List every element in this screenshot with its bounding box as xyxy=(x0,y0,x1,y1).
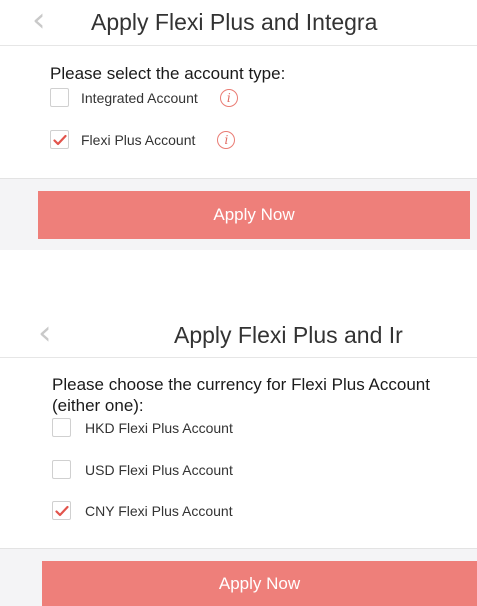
checkbox[interactable] xyxy=(52,418,71,437)
chevron-left-icon[interactable]: ‹ xyxy=(32,3,46,37)
option-flexi-plus-account[interactable]: Flexi Plus Account i xyxy=(50,130,236,149)
screen-account-type: ‹ Apply Flexi Plus and Integra Please se… xyxy=(0,0,477,250)
option-usd-flexi-plus[interactable]: USD Flexi Plus Account xyxy=(52,460,233,479)
account-type-prompt: Please select the account type: xyxy=(50,64,286,83)
screen-currency-choice: ‹ Apply Flexi Plus and Ir Please choose … xyxy=(0,310,477,606)
option-hkd-flexi-plus[interactable]: HKD Flexi Plus Account xyxy=(52,418,233,437)
apply-now-button[interactable]: Apply Now xyxy=(42,561,477,606)
option-label: HKD Flexi Plus Account xyxy=(85,419,233,436)
chevron-left-icon[interactable]: ‹ xyxy=(38,316,52,350)
currency-prompt-line1: Please choose the currency for Flexi Plu… xyxy=(52,375,430,394)
page-title: Apply Flexi Plus and Integra xyxy=(91,9,378,35)
nav-header: ‹ Apply Flexi Plus and Ir xyxy=(0,310,477,358)
option-label: Flexi Plus Account xyxy=(81,131,196,148)
checkbox-checked[interactable] xyxy=(52,501,71,520)
checkbox-checked[interactable] xyxy=(50,130,69,149)
nav-header: ‹ Apply Flexi Plus and Integra xyxy=(0,0,477,46)
option-label: Integrated Account xyxy=(81,89,198,106)
checkmark-icon xyxy=(55,505,69,517)
apply-now-button[interactable]: Apply Now xyxy=(38,191,470,239)
option-cny-flexi-plus[interactable]: CNY Flexi Plus Account xyxy=(52,501,233,520)
info-icon[interactable]: i xyxy=(219,88,238,107)
option-label: CNY Flexi Plus Account xyxy=(85,502,233,519)
page-title: Apply Flexi Plus and Ir xyxy=(174,322,403,348)
info-icon[interactable]: i xyxy=(217,130,236,149)
checkbox[interactable] xyxy=(52,460,71,479)
currency-prompt-line2: (either one): xyxy=(52,396,144,415)
option-integrated-account[interactable]: Integrated Account i xyxy=(50,88,238,107)
checkbox[interactable] xyxy=(50,88,69,107)
option-label: USD Flexi Plus Account xyxy=(85,461,233,478)
checkmark-icon xyxy=(53,134,67,146)
